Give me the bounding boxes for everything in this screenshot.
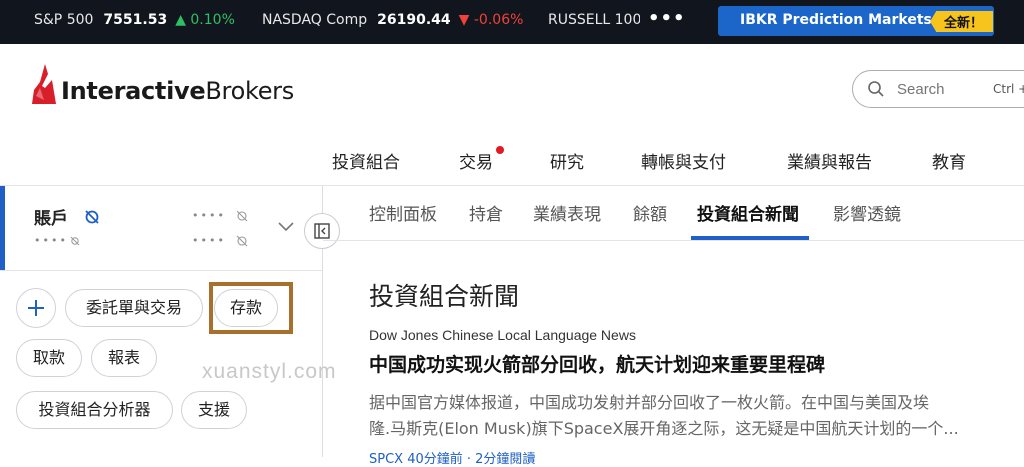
search-shortcut-hint: Ctrl +: [993, 82, 1024, 96]
orders-trades-button[interactable]: 委託單與交易: [65, 289, 203, 327]
account-title: 賬戶: [34, 209, 68, 229]
search-box[interactable]: Ctrl +: [852, 70, 1024, 108]
main-nav: 投資組合 交易 研究 轉帳與支付 業績與報告 教育: [0, 146, 1024, 173]
tab-performance[interactable]: 業績表現: [533, 200, 601, 225]
masked-value: ••••: [192, 209, 226, 222]
tab-positions[interactable]: 持倉: [469, 200, 503, 225]
nav-research[interactable]: 研究: [550, 148, 584, 173]
nav-education[interactable]: 教育: [932, 148, 966, 173]
nav-transfer-pay[interactable]: 轉帳與支付: [641, 148, 726, 173]
news-source: Dow Jones Chinese Local Language News: [369, 327, 636, 343]
ticker-price: 26190.44: [377, 12, 451, 28]
hide-values-icon[interactable]: [84, 209, 100, 225]
ib-logo-text: InteractiveBrokers: [61, 77, 294, 105]
nav-portfolio[interactable]: 投資組合: [332, 148, 400, 173]
notification-dot: [496, 146, 504, 154]
tab-balances[interactable]: 餘額: [633, 200, 667, 225]
ticker-change-up: ▲ 0.10%: [175, 12, 235, 28]
portfolio-analyst-button[interactable]: 投資組合分析器: [16, 391, 173, 429]
support-button[interactable]: 支援: [181, 391, 247, 429]
ticker-name: NASDAQ Comp: [262, 12, 368, 28]
tab-portfolio-news[interactable]: 投資組合新聞: [697, 200, 799, 225]
masked-account-id: ••••: [34, 234, 68, 247]
prediction-markets-button[interactable]: IBKR Prediction Markets 全新！: [718, 6, 994, 36]
ib-logo-mark-icon: [32, 64, 56, 104]
ticker-item-russell[interactable]: RUSSELL 100(: [548, 12, 640, 28]
logo-text-rest: Brokers: [205, 77, 294, 105]
tab-impact-lens[interactable]: 影響透鏡: [833, 200, 901, 225]
section-title: 投資組合新聞: [369, 282, 520, 311]
ticker-change-down: ▼ -0.06%: [458, 12, 524, 28]
account-selected-indicator: [0, 186, 5, 270]
portfolio-tabs: 控制面板 持倉 業績表現 餘額 投資組合新聞 影響透鏡: [323, 186, 1024, 240]
new-badge: 全新！: [930, 11, 994, 32]
news-meta[interactable]: SPCX 40分鐘前 · 2分鐘閱讀: [369, 448, 535, 467]
withdraw-button[interactable]: 取款: [16, 339, 82, 377]
account-section-divider: [0, 270, 322, 271]
add-action-button[interactable]: [16, 288, 56, 328]
market-ticker-bar: S&P 500 7551.53 ▲ 0.10% NASDAQ Comp 26190.4…: [0, 0, 1024, 44]
chevron-down-icon[interactable]: [278, 222, 294, 232]
prediction-markets-label: IBKR Prediction Markets: [740, 12, 932, 28]
search-icon: [868, 81, 884, 97]
masked-value: ••••: [192, 234, 226, 247]
tabs-divider: [323, 240, 1024, 241]
hidden-eye-icon: [236, 210, 248, 222]
hidden-eye-icon: [70, 236, 80, 246]
tab-dashboard[interactable]: 控制面板: [369, 200, 437, 225]
logo-text-bold: Interactive: [61, 77, 206, 105]
ticker-item-sp500[interactable]: S&P 500 7551.53 ▲ 0.10%: [34, 12, 235, 28]
search-input[interactable]: [897, 78, 987, 100]
ticker-item-nasdaq[interactable]: NASDAQ Comp 26190.44 ▼ -0.06%: [262, 12, 523, 28]
nav-performance-reports[interactable]: 業績與報告: [787, 148, 872, 173]
news-summary-line: 据中国官方媒体报道，中国成功发射并部分回收了一枚火箭。在中国与美国及埃: [369, 393, 930, 412]
reports-button[interactable]: 報表: [91, 339, 157, 377]
deposit-highlight-box: [209, 282, 293, 334]
news-summary-line: 隆.马斯克(Elon Musk)旗下SpaceX展开角逐之际，这无疑是中国航天计…: [369, 419, 959, 438]
nav-trade[interactable]: 交易: [459, 148, 493, 173]
ticker-name: RUSSELL 100(: [548, 12, 640, 28]
more-tickers-button[interactable]: •••: [648, 8, 686, 29]
hidden-eye-icon: [236, 235, 248, 247]
ticker-name: S&P 500: [34, 12, 94, 28]
news-headline[interactable]: 中国成功实现火箭部分回收，航天计划迎来重要里程碑: [369, 350, 825, 377]
watermark-text: xuanstyl.com: [202, 360, 337, 383]
ticker-price: 7551.53: [103, 12, 168, 28]
